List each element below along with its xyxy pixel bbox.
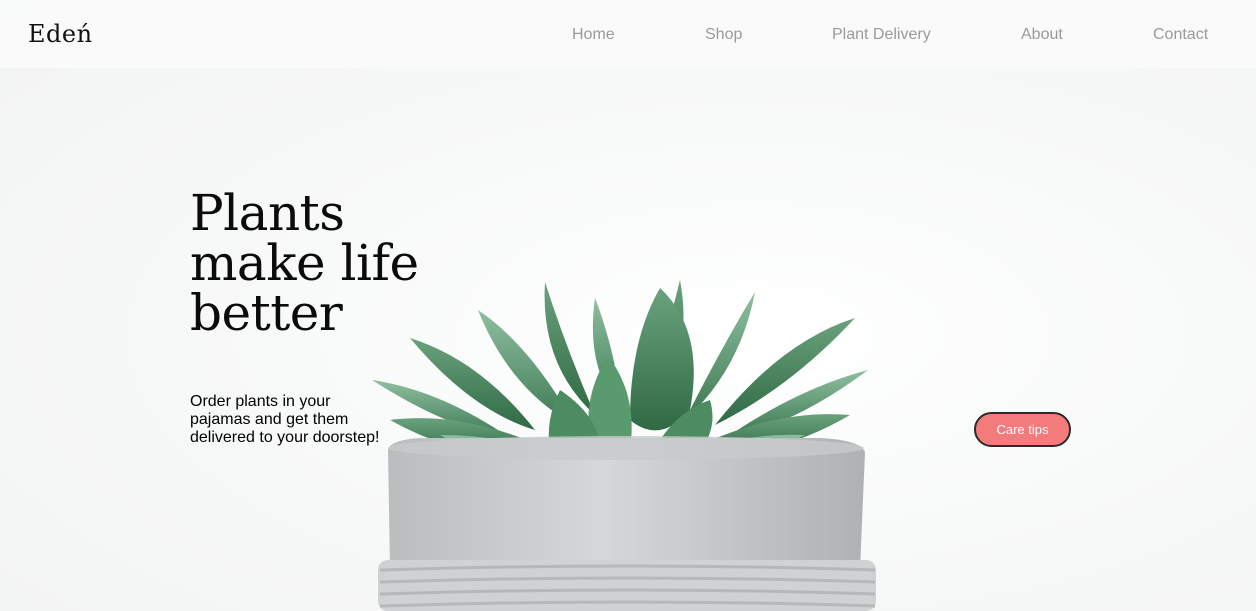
subtext-line: Order plants in your [190, 393, 331, 410]
hero-subtext: Order plants in your pajamas and get the… [190, 393, 400, 447]
subtext-line: pajamas and get them [190, 411, 349, 428]
nav-contact[interactable]: Contact [1153, 26, 1208, 44]
subtext-line: delivered to your doorstep! [190, 429, 380, 446]
nav-plant-delivery[interactable]: Plant Delivery [832, 26, 931, 44]
care-tips-button[interactable]: Care tips [974, 412, 1071, 447]
headline-line: better [190, 284, 343, 342]
pot-rim [388, 436, 864, 460]
nav-home[interactable]: Home [572, 26, 615, 44]
hero-headline: Plants make life better [190, 188, 510, 338]
page: Edeń Home Shop Plant Delivery About Cont… [0, 0, 1256, 611]
site-logo[interactable]: Edeń [28, 20, 93, 48]
site-header: Edeń Home Shop Plant Delivery About Cont… [0, 0, 1256, 68]
leaf [630, 288, 694, 431]
nav-shop[interactable]: Shop [705, 26, 742, 44]
nav-about[interactable]: About [1021, 26, 1063, 44]
